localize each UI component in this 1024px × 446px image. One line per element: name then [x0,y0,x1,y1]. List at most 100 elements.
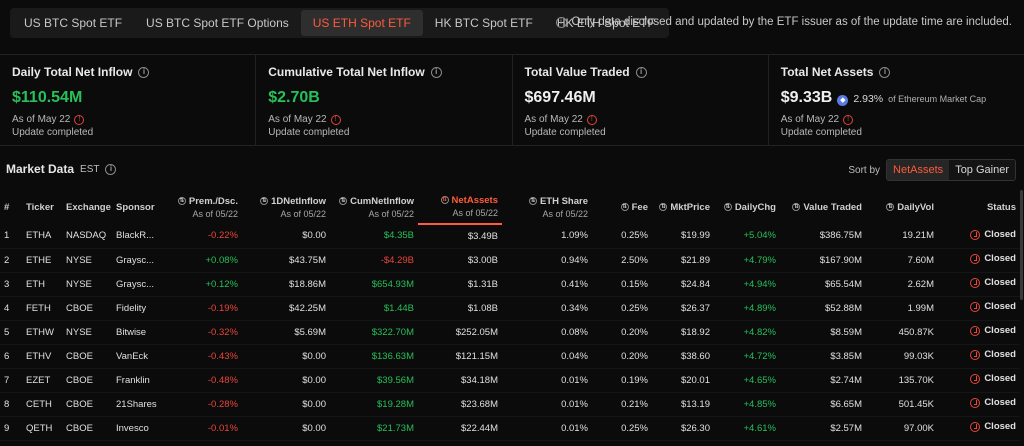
alert-icon[interactable]: ! [843,114,854,125]
cell-vol: 135.70K [866,368,938,393]
cell-vol: 2.62M [866,272,938,297]
scrollbar[interactable] [1020,190,1023,300]
cell-num: 6 [0,344,22,369]
cell-sponsor: Invesco [112,416,170,441]
alert-icon[interactable]: ! [586,114,597,125]
cell-sponsor: Franklin [112,368,170,393]
cell-vol: 99.03K [866,344,938,369]
info-icon[interactable]: i [138,66,150,78]
cell-inflow: $42.25M [242,296,330,321]
cell-sponsor: Graysc... [112,248,170,273]
table-row[interactable]: 2 ETHE NYSE Graysc... +0.08% $43.75M -$4.29B $3… [0,248,1020,273]
tab-us-eth-spot-etf[interactable]: US ETH Spot ETF [300,10,423,36]
cell-status: Closed [938,392,1020,417]
table-row[interactable]: 4 FETH CBOE Fidelity -0.19% $42.25M $1.44B $1.0… [0,296,1020,321]
card-label: Daily Total Net Inflow [12,65,133,79]
table-row[interactable]: 1 ETHA NASDAQ BlackR... -0.22% $0.00 $4.35B $3.… [0,224,1020,249]
card-value: $9.33B [780,89,833,106]
cell-inflow: $5.69M [242,320,330,345]
sort-top-gainer-button[interactable]: Top Gainer [949,160,1015,180]
col-header-premium[interactable]: ⇅ Prem./Dsc. As of 05/22 [170,190,242,224]
col-header-net-assets[interactable]: ⇅ NetAssets As of 05/22 [418,190,502,225]
alert-icon[interactable]: ! [74,114,85,125]
alert-icon[interactable]: ! [330,114,341,125]
cell-cum: -$4.29B [330,248,418,273]
clock-icon [970,253,981,264]
table-row[interactable]: 3 ETH NYSE Graysc... +0.12% $18.86M $654.93M $1… [0,272,1020,297]
cell-cum: $654.93M [330,272,418,297]
cell-chg: +4.65% [714,368,780,393]
status-badge: Closed [970,373,1016,384]
table-row[interactable]: 9 QETH CBOE Invesco -0.01% $0.00 $21.73M $22.44… [0,416,1020,441]
card-label: Total Net Assets [780,65,874,79]
status-text: Closed [984,397,1016,409]
cell-vol: 97.00K [866,416,938,441]
tab-hk-btc-spot-etf[interactable]: HK BTC Spot ETF [423,10,545,36]
status-badge: Closed [970,349,1016,360]
info-icon[interactable]: i [105,163,117,175]
clock-icon [970,349,981,360]
tab-us-btc-spot-etf[interactable]: US BTC Spot ETF [12,10,134,36]
cell-ticker: QETH [22,416,62,441]
cell-sponsor: VanEck [112,344,170,369]
card-value: $110.54M [12,89,83,106]
header-label: ETH Share [539,195,588,207]
cell-inflow: $18.86M [242,272,330,297]
cell-sponsor: Fidelity [112,296,170,321]
cell-assets: $3.49B [418,224,502,249]
tab-us-btc-spot-etf-options[interactable]: US BTC Spot ETF Options [134,10,301,36]
sort-netassets-button[interactable]: NetAssets [887,160,950,180]
col-header-value-traded[interactable]: ⇅ Value Traded [780,190,866,224]
card-label: Cumulative Total Net Inflow [268,65,425,79]
sort-control: Sort by NetAssets Top Gainer [848,159,1016,181]
status-badge: Closed [970,325,1016,336]
col-header-daily-chg[interactable]: ⇅ DailyChg [714,190,780,224]
table-row[interactable]: 6 ETHV CBOE VanEck -0.43% $0.00 $136.63M $121.1… [0,344,1020,369]
cell-inflow: $0.00 [242,416,330,441]
col-header-cum-net-inflow[interactable]: ⇅ CumNetInflow As of 05/22 [330,190,418,224]
cell-traded: $52.88M [780,296,866,321]
header-label: Value Traded [803,201,862,213]
table-row[interactable]: 5 ETHW NYSE Bitwise -0.32% $5.69M $322.70M $252… [0,320,1020,345]
header-label: MktPrice [670,201,710,213]
cell-exchange: CBOE [62,392,112,417]
cell-vol: 19.21M [866,224,938,249]
table-row[interactable]: 7 EZET CBOE Franklin -0.48% $0.00 $39.56M $34.1… [0,368,1020,393]
col-header-eth-share[interactable]: ⇅ ETH Share As of 05/22 [502,190,592,224]
cell-fee: 0.20% [592,320,652,345]
as-of-date: As of May 22 [12,114,71,125]
cell-status: Closed [938,272,1020,297]
col-header-1d-net-inflow[interactable]: ⇅ 1DNetInflow As of 05/22 [242,190,330,224]
cell-exchange: NYSE [62,320,112,345]
notice-text: Only data disclosed and updated by the E… [571,16,1012,28]
status-text: Closed [984,253,1016,265]
cell-exchange: CBOE [62,368,112,393]
info-icon[interactable]: i [635,66,647,78]
update-status: Update completed [780,127,862,138]
cell-sponsor: Graysc... [112,272,170,297]
info-icon[interactable]: i [430,66,442,78]
as-of-date: As of May 22 [268,114,327,125]
cell-price: $21.89 [652,248,714,273]
col-header-mkt-price[interactable]: ⇅ MktPrice [652,190,714,224]
cell-chg: +4.79% [714,248,780,273]
col-header-daily-vol[interactable]: ⇅ DailyVol [866,190,938,224]
info-icon[interactable]: i [879,66,891,78]
cell-traded: $65.54M [780,272,866,297]
cell-ticker: ETH [22,272,62,297]
cell-num: 3 [0,272,22,297]
cell-cum: $136.63M [330,344,418,369]
cell-cum: $19.28M [330,392,418,417]
cell-traded: $386.75M [780,224,866,249]
cell-ticker: ETHE [22,248,62,273]
update-status: Update completed [268,127,350,138]
cell-inflow: $43.75M [242,248,330,273]
etf-table: # Ticker Exchange Sponsor ⇅ Prem./Dsc. As … [0,190,1020,441]
cell-assets: $1.08B [418,296,502,321]
header-sub: As of 05/22 [368,208,414,219]
table-row[interactable]: 8 CETH CBOE 21Shares -0.28% $0.00 $19.28M $23.6… [0,392,1020,417]
col-header-fee[interactable]: ⇅ Fee [592,190,652,224]
cell-vol: 450.87K [866,320,938,345]
cell-vol: 7.60M [866,248,938,273]
cell-fee: 0.19% [592,368,652,393]
